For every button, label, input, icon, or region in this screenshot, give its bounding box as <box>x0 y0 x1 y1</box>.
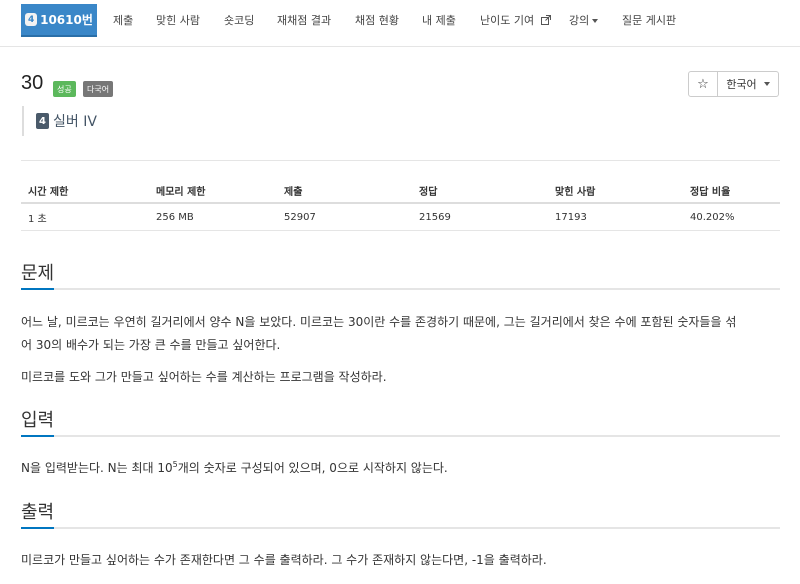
submissions-value: 52907 <box>277 203 412 231</box>
caret-down-icon <box>763 82 770 86</box>
problem-line-1: 어느 날, 미르코는 우연히 길거리에서 양수 N을 보았다. 미르코는 30이… <box>21 315 737 329</box>
accepted-value: 21569 <box>412 203 548 231</box>
header-time-limit: 시간 제한 <box>21 178 149 204</box>
section-accent <box>21 527 54 529</box>
tier-row: 4 실버 IV <box>22 106 97 136</box>
header-solved-users: 맞힌 사람 <box>548 178 683 204</box>
section-divider <box>21 288 780 290</box>
input-section-title: 입력 <box>21 410 55 431</box>
nav-difficulty-contribution[interactable]: 난이도 기여 <box>480 12 551 28</box>
divider <box>21 160 780 161</box>
caret-down-icon <box>592 19 599 23</box>
input-description: N을 입력받는다. N는 최대 105개의 숫자로 구성되어 있으며, 0으로 … <box>21 457 780 480</box>
nav-question-board[interactable]: 질문 게시판 <box>622 12 676 28</box>
nav-lectures[interactable]: 강의 <box>569 12 599 28</box>
star-button[interactable]: ☆ <box>688 71 718 97</box>
problem-number: 30 <box>21 72 44 94</box>
external-link-icon <box>540 15 551 25</box>
problem-section-title: 문제 <box>21 263 55 284</box>
status-badge-multilanguage: 다국어 <box>83 81 114 97</box>
nav-submit[interactable]: 제출 <box>113 12 133 28</box>
section-accent <box>21 435 54 437</box>
section-divider <box>21 435 780 437</box>
section-divider <box>21 527 780 529</box>
time-limit-value: 1 초 <box>21 203 149 231</box>
nav-status[interactable]: 채점 현황 <box>355 12 399 28</box>
language-dropdown[interactable]: 한국어 <box>717 71 779 97</box>
table-header-row: 시간 제한 메모리 제한 제출 정답 맞힌 사람 정답 비율 <box>21 178 780 204</box>
output-description: 미르코가 만들고 싶어하는 수가 존재한다면 그 수를 출력하라. 그 수가 존… <box>21 553 547 567</box>
header-accept-ratio: 정답 비율 <box>683 178 780 204</box>
header-memory-limit: 메모리 제한 <box>149 178 277 204</box>
nav-solved-users[interactable]: 맞힌 사람 <box>156 12 200 28</box>
tier-name: 실버 IV <box>53 114 97 130</box>
table-row: 1 초 256 MB 52907 21569 17193 40.202% <box>21 203 780 231</box>
memory-limit-value: 256 MB <box>149 203 277 231</box>
output-section-title: 출력 <box>21 502 55 523</box>
tier-badge-icon: 4 <box>25 13 38 26</box>
nav-tab-problem[interactable]: 4 10610번 <box>21 4 97 37</box>
problem-description-2: 미르코를 도와 그가 만들고 싶어하는 수를 계산하는 프로그램을 작성하라. <box>21 370 387 384</box>
problem-info-table: 시간 제한 메모리 제한 제출 정답 맞힌 사람 정답 비율 1 초 256 M… <box>21 178 780 231</box>
section-accent <box>21 288 54 290</box>
problem-line-2: 어 30의 배수가 되는 가장 큰 수를 만들고 싶어한다. <box>21 338 281 352</box>
star-icon: ☆ <box>697 76 709 92</box>
language-selected: 한국어 <box>726 78 757 91</box>
nav-lectures-label: 강의 <box>569 14 590 27</box>
input-text-before: N을 입력받는다. N는 최대 10 <box>21 461 173 475</box>
nav-rejudge-results[interactable]: 재채점 결과 <box>277 12 331 28</box>
problem-nav: 4 10610번 제출 맞힌 사람 숏코딩 재채점 결과 채점 현황 내 제출 … <box>0 0 800 47</box>
solved-users-value: 17193 <box>548 203 683 231</box>
problem-description: 어느 날, 미르코는 우연히 길거리에서 양수 N을 보았다. 미르코는 30이… <box>21 311 780 357</box>
header-accepted: 정답 <box>412 178 548 204</box>
nav-difficulty-label: 난이도 기여 <box>480 14 535 27</box>
tier-icon: 4 <box>36 113 49 129</box>
nav-tab-problem-label: 10610번 <box>40 13 93 27</box>
nav-short-coding[interactable]: 숏코딩 <box>224 12 254 28</box>
accept-ratio-value: 40.202% <box>683 203 780 231</box>
nav-my-submissions[interactable]: 내 제출 <box>422 12 456 28</box>
header-submissions: 제출 <box>277 178 412 204</box>
status-badge-success: 성공 <box>53 81 76 97</box>
input-text-after: 개의 숫자로 구성되어 있으며, 0으로 시작하지 않는다. <box>177 461 448 475</box>
